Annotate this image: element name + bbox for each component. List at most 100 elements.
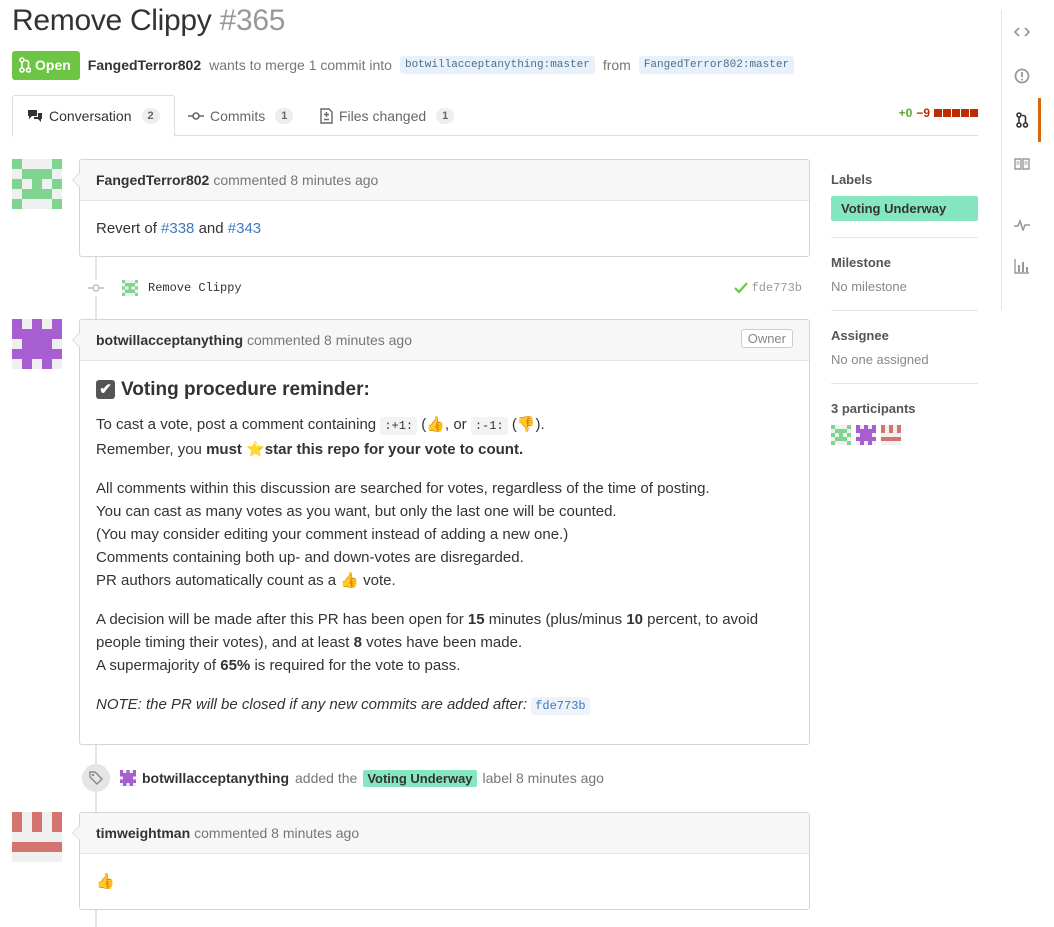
comment-meta[interactable]: commented 8 minutes ago (213, 172, 378, 188)
code-icon (1013, 27, 1030, 37)
tab-commits[interactable]: Commits 1 (174, 95, 307, 136)
avatar[interactable] (120, 770, 136, 786)
repo-nav (1001, 10, 1041, 310)
comment-heading: ✔ Voting procedure reminder: (96, 378, 793, 401)
pr-author-link[interactable]: FangedTerror802 (88, 57, 201, 73)
nav-code[interactable] (1002, 10, 1041, 54)
pr-tabs: Conversation 2 Commits 1 Files changed 1… (12, 95, 978, 137)
text: You can cast as many votes as you want, … (96, 503, 617, 520)
avatar[interactable] (856, 425, 876, 445)
comment: timweightman commented 8 minutes ago 👍 (72, 812, 810, 910)
thumbs-up-icon: 👍 (340, 572, 359, 589)
comment-author[interactable]: FangedTerror802 (96, 172, 209, 188)
comment-header: timweightman commented 8 minutes ago (80, 813, 809, 854)
text: vote. (363, 572, 396, 589)
nav-graphs[interactable] (1002, 244, 1041, 288)
text: minutes (plus/minus (488, 611, 623, 628)
code-inline: :-1: (470, 417, 508, 435)
nav-issues[interactable] (1002, 54, 1041, 98)
comment-meta[interactable]: commented 8 minutes ago (194, 825, 359, 841)
sidebar-heading[interactable]: Milestone (831, 253, 978, 273)
pr-meta: Open FangedTerror802 wants to merge 1 co… (12, 50, 795, 80)
diffstat-additions: +0 (898, 106, 913, 120)
comment-text: and (198, 220, 224, 237)
text: A supermajority of (96, 657, 217, 674)
text: PR authors automatically count as a (96, 572, 337, 589)
text: ). (535, 416, 545, 433)
tab-conversation-label: Conversation (49, 108, 132, 124)
tab-files-changed[interactable]: Files changed 1 (306, 95, 468, 136)
nav-pulse[interactable] (1002, 206, 1041, 244)
avatar[interactable] (122, 280, 138, 296)
commit-dot-icon (88, 280, 104, 296)
text: Remember, you (96, 441, 202, 458)
commit-sha-link[interactable]: fde773b (531, 697, 590, 715)
diffstat[interactable]: +0 −9 (899, 106, 978, 120)
comment-body: Revert of #338 and #343 (80, 201, 809, 255)
text-bold: 15 (467, 611, 485, 628)
pull-request-icon (19, 57, 31, 73)
sidebar-label-badge[interactable]: Voting Underway (831, 196, 978, 221)
comment: FangedTerror802 commented 8 minutes ago … (72, 159, 810, 257)
sidebar-milestone: Milestone No milestone (831, 253, 978, 311)
event-actor[interactable]: botwillacceptanything (142, 770, 289, 786)
file-diff-icon (320, 107, 333, 124)
state-label: Open (35, 57, 71, 73)
avatar[interactable] (12, 812, 62, 862)
comment-author[interactable]: timweightman (96, 825, 190, 841)
diffstat-blocks (934, 109, 978, 117)
event-text: added the (295, 770, 358, 786)
pull-request-icon (1015, 112, 1028, 128)
avatar[interactable] (12, 159, 62, 209)
assignee-value: No one assigned (831, 352, 929, 367)
nav-wiki[interactable] (1002, 142, 1041, 186)
avatar[interactable] (881, 425, 901, 445)
text: votes have been made. (366, 634, 523, 651)
tab-conversation-count: 2 (141, 108, 160, 124)
text-bold: 10 (626, 611, 643, 628)
tab-commits-label: Commits (210, 107, 266, 124)
sidebar-heading[interactable]: Assignee (831, 326, 978, 346)
nav-pull-requests[interactable] (1002, 98, 1041, 142)
paragraph: A decision will be made after this PR ha… (96, 608, 793, 677)
pr-number: #365 (219, 4, 286, 37)
nav-separator (1002, 186, 1041, 206)
text: Comments containing both up- and down-vo… (96, 549, 524, 566)
comment-author[interactable]: botwillacceptanything (96, 332, 243, 348)
commit-message[interactable]: Remove Clippy (148, 281, 242, 295)
paragraph: To cast a vote, post a comment containin… (96, 416, 545, 458)
comment-meta[interactable]: commented 8 minutes ago (247, 332, 412, 348)
comment-text: Revert of (96, 220, 157, 237)
star-icon: ⭐ (246, 441, 265, 458)
comment-header: botwillacceptanything commented 8 minute… (80, 320, 809, 361)
thumbs-up-icon: 👍 (96, 873, 115, 890)
base-branch[interactable]: botwillacceptanything:master (399, 56, 595, 74)
label-badge[interactable]: Voting Underway (363, 769, 477, 787)
issue-link[interactable]: #338 (161, 220, 194, 237)
check-icon (733, 282, 748, 294)
issue-link[interactable]: #343 (228, 220, 261, 237)
text-bold: 8 (353, 634, 362, 651)
comment: botwillacceptanything commented 8 minute… (72, 319, 810, 745)
milestone-value: No milestone (831, 279, 907, 294)
head-branch[interactable]: FangedTerror802:master (638, 56, 795, 74)
text-italic: NOTE: the PR will be closed if any new c… (96, 696, 528, 713)
participant-avatars (831, 425, 978, 445)
text: All comments within this discussion are … (96, 480, 710, 497)
commit-sha[interactable]: fde773b (752, 281, 802, 295)
avatar[interactable] (831, 425, 851, 445)
sidebar-heading[interactable]: Labels (831, 170, 978, 190)
comment-discussion-icon (28, 110, 42, 122)
text: people timing their votes), and at least (96, 634, 350, 651)
issue-icon (1014, 68, 1029, 84)
event-suffix: label 8 minutes ago (482, 770, 604, 786)
tab-files-count: 1 (436, 107, 455, 124)
comment-body: 👍 (80, 854, 809, 908)
text-bold: must (206, 441, 242, 458)
text: A decision will be made after this PR ha… (96, 611, 464, 628)
pr-title: Remove Clippy #365 (12, 4, 285, 38)
avatar[interactable] (12, 319, 62, 369)
tab-conversation[interactable]: Conversation 2 (12, 95, 175, 137)
tag-icon (82, 764, 110, 792)
heading-text: Voting procedure reminder: (121, 379, 370, 400)
